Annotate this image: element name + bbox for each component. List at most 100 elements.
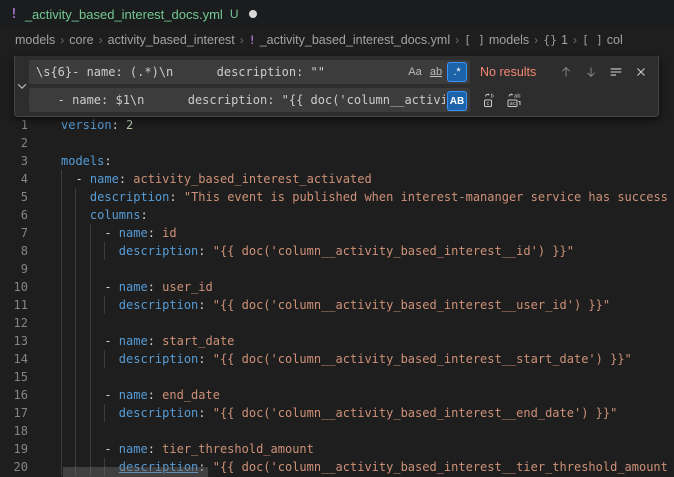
line-number: 6 [0, 206, 28, 224]
line-number: 18 [0, 422, 28, 440]
breadcrumb-item[interactable]: core [69, 33, 93, 47]
breadcrumb-item[interactable]: {}1 [543, 33, 568, 47]
code-text: - name: id [61, 224, 177, 242]
breadcrumb-item[interactable]: ! _activity_based_interest_docs.yml [249, 33, 450, 47]
code-line[interactable]: 8 description: "{{ doc('column__activity… [0, 242, 674, 260]
code-text [61, 314, 68, 332]
code-line[interactable]: 5 description: "This event is published … [0, 188, 674, 206]
line-number: 10 [0, 278, 28, 296]
code-line[interactable]: 16 - name: end_date [0, 386, 674, 404]
code-text: - name: end_date [61, 386, 220, 404]
tab-bar: ! _activity_based_interest_docs.yml U [0, 0, 674, 28]
replace-input-box: AB [29, 88, 470, 112]
code-line[interactable]: 10 - name: user_id [0, 278, 674, 296]
code-line[interactable]: 1 version: 2 [0, 116, 674, 134]
code-text: description: "{{ doc('column__activity_b… [61, 296, 610, 314]
find-replace-widget: Aa ab .* No results [14, 56, 659, 117]
code-line[interactable]: 7 - name: id [0, 224, 674, 242]
tab-file-name: _activity_based_interest_docs.yml [25, 7, 223, 22]
line-number: 2 [0, 134, 28, 152]
replace-all-icon: ab ac [506, 92, 522, 108]
tab-active-file[interactable]: ! _activity_based_interest_docs.yml U [10, 0, 267, 28]
code-text: description: "This event is published wh… [61, 188, 668, 206]
breadcrumb-separator: › [573, 33, 577, 47]
code-text: - name: start_date [61, 332, 234, 350]
breadcrumb-item[interactable]: [ ] models [464, 33, 529, 47]
code-text: columns: [61, 206, 148, 224]
next-match-button[interactable] [580, 61, 602, 83]
code-line[interactable]: 12 [0, 314, 674, 332]
replace-button[interactable]: b c [478, 89, 502, 111]
breadcrumb-item[interactable]: models [15, 33, 55, 47]
code-text [61, 134, 68, 152]
close-find-widget-button[interactable] [630, 61, 652, 83]
code-text: - name: user_id [61, 278, 213, 296]
code-text: models: [61, 152, 112, 170]
code-line[interactable]: 17 description: "{{ doc('column__activit… [0, 404, 674, 422]
code-text [61, 260, 68, 278]
breadcrumb-item[interactable]: [ ] col [582, 33, 623, 47]
line-number: 15 [0, 368, 28, 386]
breadcrumb-separator: › [60, 33, 64, 47]
line-number: 1 [0, 116, 28, 134]
line-number: 19 [0, 440, 28, 458]
git-status-badge: U [230, 7, 239, 21]
regex-button[interactable]: .* [447, 62, 467, 82]
toggle-replace-button[interactable] [15, 60, 29, 112]
match-case-button[interactable]: Aa [405, 62, 425, 82]
code-line[interactable]: 15 [0, 368, 674, 386]
line-number: 8 [0, 242, 28, 260]
replace-all-button[interactable]: ab ac [502, 89, 526, 111]
find-input[interactable] [36, 61, 404, 83]
preserve-case-button[interactable]: AB [447, 91, 467, 111]
breadcrumb-label: activity_based_interest [108, 33, 235, 47]
code-line[interactable]: 13 - name: start_date [0, 332, 674, 350]
code-text: description: "{{ doc('column__activity_b… [61, 242, 574, 260]
horizontal-scrollbar[interactable] [63, 467, 208, 477]
replace-input[interactable] [36, 89, 467, 111]
line-number: 4 [0, 170, 28, 188]
svg-text:ac: ac [510, 101, 517, 107]
line-number: 9 [0, 260, 28, 278]
breadcrumb-label: models [489, 33, 529, 47]
line-number: 13 [0, 332, 28, 350]
code-line[interactable]: 11 description: "{{ doc('column__activit… [0, 296, 674, 314]
whole-word-button[interactable]: ab [426, 62, 446, 82]
code-text: - name: activity_based_interest_activate… [61, 170, 372, 188]
yaml-file-icon: ! [10, 7, 18, 22]
close-icon [634, 65, 648, 79]
line-number: 17 [0, 404, 28, 422]
previous-match-button[interactable] [555, 61, 577, 83]
svg-text:ab: ab [514, 94, 521, 100]
code-line[interactable]: 19 - name: tier_threshold_amount [0, 440, 674, 458]
line-number: 11 [0, 296, 28, 314]
code-line[interactable]: 18 [0, 422, 674, 440]
code-line[interactable]: 14 description: "{{ doc('column__activit… [0, 350, 674, 368]
code-line[interactable]: 6 columns: [0, 206, 674, 224]
array-symbol-icon: [ ] [582, 33, 603, 47]
breadcrumb-label: _activity_based_interest_docs.yml [260, 33, 450, 47]
editor[interactable]: 1version: 22 3models:4 - name: activity_… [0, 52, 674, 477]
svg-text:c: c [486, 101, 489, 107]
code-text: description: "{{ doc('column__activity_b… [61, 350, 632, 368]
breadcrumb-label: col [607, 33, 623, 47]
breadcrumb-separator: › [99, 33, 103, 47]
code-line[interactable]: 4 - name: activity_based_interest_activa… [0, 170, 674, 188]
chevron-down-icon [15, 79, 29, 93]
yaml-symbol-icon: ! [249, 33, 256, 47]
breadcrumb: models › core › activity_based_interest ›! _ac… [0, 28, 674, 52]
code-text: version: 2 [61, 116, 133, 134]
arrow-up-icon [559, 65, 573, 79]
find-in-selection-button[interactable] [605, 61, 627, 83]
breadcrumb-item[interactable]: activity_based_interest [108, 33, 235, 47]
line-number: 14 [0, 350, 28, 368]
replace-icon: b c [482, 92, 498, 108]
array-symbol-icon: [ ] [464, 33, 485, 47]
code-text: description: "{{ doc('column__activity_b… [61, 404, 617, 422]
code-line[interactable]: 3 models: [0, 152, 674, 170]
breadcrumb-separator: › [534, 33, 538, 47]
code-line[interactable]: 2 [0, 134, 674, 152]
modified-dot-icon[interactable] [249, 10, 257, 18]
code-line[interactable]: 9 [0, 260, 674, 278]
line-number: 3 [0, 152, 28, 170]
